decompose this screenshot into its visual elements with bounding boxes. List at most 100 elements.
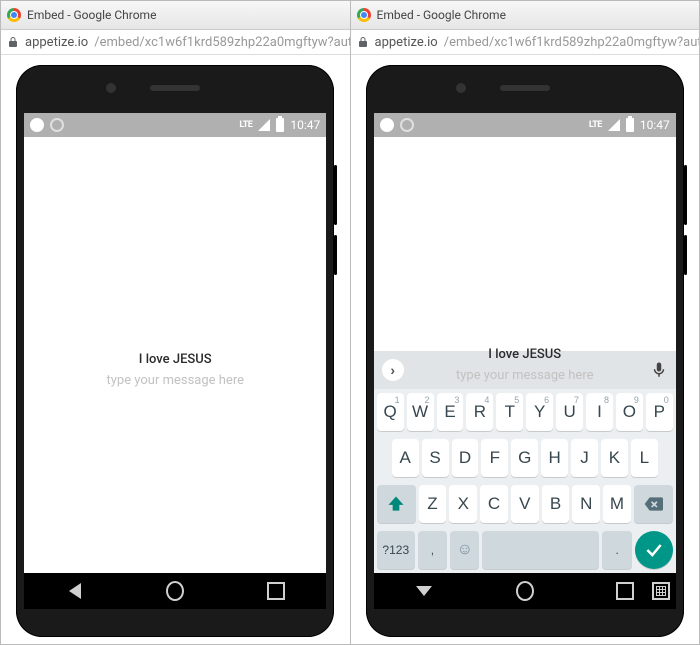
period-key[interactable]: .	[602, 531, 631, 569]
status-circle-icon	[30, 118, 44, 132]
message-block: I love JESUS type your message here	[24, 352, 326, 388]
key-a[interactable]: A	[392, 439, 419, 477]
key-s[interactable]: S	[422, 439, 449, 477]
bezel-bottom	[366, 609, 684, 637]
key-e[interactable]: E3	[437, 393, 464, 431]
signal-icon	[608, 119, 620, 131]
key-m[interactable]: M	[603, 485, 631, 523]
key-q[interactable]: Q1	[377, 393, 404, 431]
key-d[interactable]: D	[452, 439, 479, 477]
screenshot: Embed - Google Chrome appetize.io/embed/…	[0, 0, 700, 645]
speaker-grille	[150, 85, 200, 91]
chrome-icon	[357, 8, 371, 22]
emulator-stage: LTE 10:47 I love JESUS type your message…	[1, 55, 350, 644]
key-l[interactable]: L	[631, 439, 658, 477]
volume-button	[334, 165, 337, 225]
key-y[interactable]: Y6	[526, 393, 553, 431]
key-o[interactable]: O9	[616, 393, 643, 431]
app-content: I love JESUS type your message here	[24, 137, 326, 573]
network-label: LTE	[239, 120, 252, 130]
key-c[interactable]: C	[480, 485, 508, 523]
emulator-stage: LTE 10:47 I love JESUS type your message…	[351, 55, 700, 644]
backspace-key[interactable]	[634, 485, 673, 523]
address-bar[interactable]: appetize.io/embed/xc1w6f1krd589zhp22a0mg…	[351, 30, 700, 55]
message-input[interactable]: type your message here	[24, 373, 326, 388]
message-title: I love JESUS	[24, 352, 326, 367]
tab-title: Embed - Google Chrome	[377, 8, 506, 22]
nav-recents-button[interactable]	[616, 582, 634, 600]
key-b[interactable]: B	[542, 485, 570, 523]
key-k[interactable]: K	[601, 439, 628, 477]
chrome-icon	[7, 8, 21, 22]
url-host: appetize.io	[25, 35, 88, 50]
status-circle-icon	[400, 118, 414, 132]
browser-tab-bar: Embed - Google Chrome	[1, 1, 350, 30]
nav-home-button[interactable]	[516, 582, 534, 600]
lock-icon	[7, 36, 19, 48]
key-r[interactable]: R4	[466, 393, 493, 431]
key-n[interactable]: N	[572, 485, 600, 523]
key-g[interactable]: G	[511, 439, 538, 477]
nav-keyboard-button[interactable]	[652, 582, 670, 600]
nav-recents-button[interactable]	[267, 582, 285, 600]
pane-right: Embed - Google Chrome appetize.io/embed/…	[351, 1, 700, 644]
status-circle-icon	[380, 118, 394, 132]
bezel-bottom	[16, 609, 334, 637]
message-block: I love JESUS type your message here	[374, 347, 676, 383]
clock: 10:47	[290, 118, 320, 132]
device-screen: LTE 10:47 I love JESUS type your message…	[24, 113, 326, 573]
comma-key[interactable]: ,	[418, 531, 447, 569]
nav-back-button[interactable]	[415, 582, 433, 600]
key-i[interactable]: I8	[586, 393, 613, 431]
front-camera	[456, 83, 466, 93]
phone-frame: LTE 10:47 I love JESUS type your message…	[16, 65, 334, 637]
key-t[interactable]: T5	[496, 393, 523, 431]
address-bar[interactable]: appetize.io/embed/xc1w6f1krd589zhp22a0mg…	[1, 30, 350, 55]
key-x[interactable]: X	[449, 485, 477, 523]
app-content: I love JESUS type your message here ›	[374, 137, 676, 573]
shift-key[interactable]	[377, 485, 416, 523]
emoji-key[interactable]: ☺	[450, 531, 479, 569]
nav-back-button[interactable]	[66, 582, 84, 600]
key-z[interactable]: Z	[419, 485, 447, 523]
power-button	[334, 235, 337, 275]
battery-icon	[276, 118, 284, 132]
tab-title: Embed - Google Chrome	[27, 8, 156, 22]
android-nav-bar	[24, 573, 326, 609]
volume-button	[684, 165, 687, 225]
power-button	[684, 235, 687, 275]
enter-key[interactable]	[635, 531, 673, 569]
key-h[interactable]: H	[541, 439, 568, 477]
url-path: /embed/xc1w6f1krd589zhp22a0mgftyw?autop	[444, 35, 699, 50]
key-v[interactable]: V	[511, 485, 539, 523]
signal-icon	[258, 119, 270, 131]
url-path: /embed/xc1w6f1krd589zhp22a0mgftyw?autop	[94, 35, 349, 50]
phone-frame: LTE 10:47 I love JESUS type your message…	[366, 65, 684, 637]
soft-keyboard: › Q1W2E3R4T5Y6U7I8O9P0 ASDFGHJKL	[374, 351, 676, 573]
keyboard-row-4: ?123 , ☺ .	[374, 527, 676, 573]
speaker-grille	[500, 85, 550, 91]
battery-icon	[626, 118, 634, 132]
pane-left: Embed - Google Chrome appetize.io/embed/…	[1, 1, 350, 644]
status-bar: LTE 10:47	[374, 113, 676, 137]
network-label: LTE	[589, 120, 602, 130]
url-host: appetize.io	[375, 35, 438, 50]
status-circle-icon	[50, 118, 64, 132]
key-j[interactable]: J	[571, 439, 598, 477]
nav-home-button[interactable]	[166, 582, 184, 600]
key-u[interactable]: U7	[556, 393, 583, 431]
status-bar: LTE 10:47	[24, 113, 326, 137]
space-key[interactable]	[482, 531, 599, 569]
message-input[interactable]: type your message here	[374, 368, 676, 383]
symbols-key[interactable]: ?123	[377, 531, 415, 569]
clock: 10:47	[640, 118, 670, 132]
key-w[interactable]: W2	[407, 393, 434, 431]
keyboard-row-1: Q1W2E3R4T5Y6U7I8O9P0	[374, 389, 676, 435]
key-f[interactable]: F	[481, 439, 508, 477]
keyboard-row-2: ASDFGHJKL	[374, 435, 676, 481]
browser-tab-bar: Embed - Google Chrome	[351, 1, 700, 30]
android-nav-bar	[374, 573, 676, 609]
message-title: I love JESUS	[374, 347, 676, 362]
key-p[interactable]: P0	[646, 393, 673, 431]
keyboard-row-3: ZXCVBNM	[374, 481, 676, 527]
